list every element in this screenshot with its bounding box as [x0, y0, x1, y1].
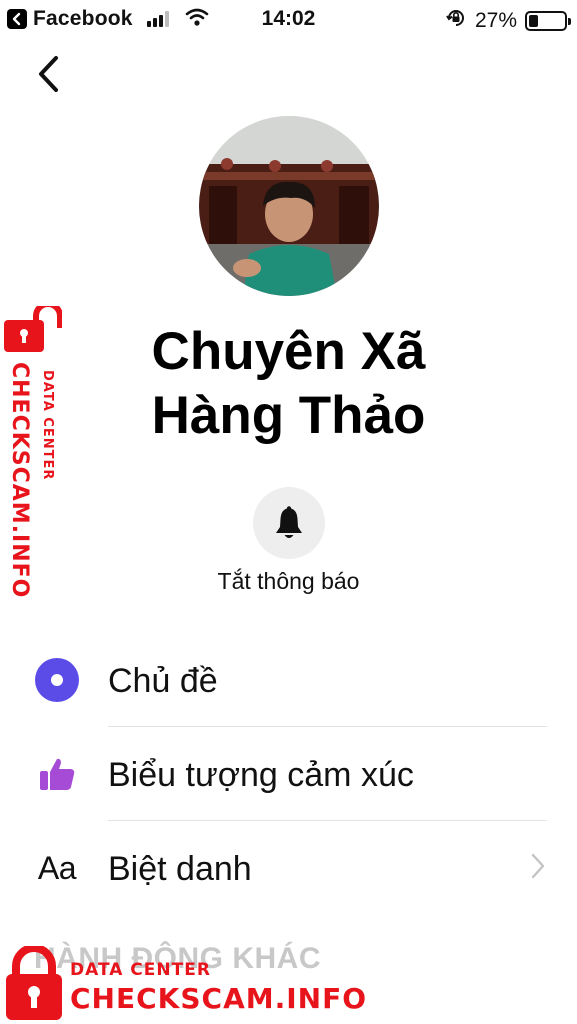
back-button[interactable] [28, 52, 68, 96]
settings-row-label: Chủ đề [108, 662, 218, 700]
chevron-left-icon [39, 56, 58, 92]
theme-icon [34, 657, 80, 703]
conversation-settings-list: Chủ đề Biểu tượng cảm xúc Aa Biệt danh [0, 633, 577, 915]
nickname-icon: Aa [34, 845, 80, 891]
contact-name-line-1: Chuyên Xã [151, 322, 426, 381]
status-bar: Facebook 14:02 27% [0, 0, 577, 38]
chevron-right-icon [531, 853, 545, 884]
more-actions-header: HÀNH ĐỘNG KHÁC [34, 942, 321, 975]
status-right: 27% [445, 7, 571, 34]
settings-row-nickname[interactable]: Aa Biệt danh [0, 821, 577, 915]
orientation-lock-icon [445, 7, 467, 34]
watermark-side-text: CHECKSCAM.INFO [7, 362, 32, 599]
watermark-bottom-text: CHECKSCAM.INFO [70, 982, 368, 1015]
thumbs-up-icon [34, 751, 80, 797]
watermark-side: CHECKSCAM.INFO DATA CENTER [4, 306, 64, 599]
battery-fill [529, 14, 538, 27]
battery-icon [525, 10, 571, 31]
watermark-side-subtext: DATA CENTER [40, 370, 55, 481]
mute-notifications-button[interactable] [253, 487, 325, 559]
settings-row-theme[interactable]: Chủ đề [0, 633, 577, 727]
mute-notifications-label: Tắt thông báo [217, 568, 360, 594]
bell-icon [276, 506, 302, 538]
settings-row-label: Biểu tượng cảm xúc [108, 756, 414, 794]
nickname-icon-text: Aa [37, 849, 77, 886]
profile-avatar[interactable] [199, 116, 379, 296]
contact-name-line-2: Hàng Thảo [151, 386, 426, 445]
settings-row-emoji[interactable]: Biểu tượng cảm xúc [0, 727, 577, 821]
battery-percent: 27% [474, 8, 517, 32]
lock-icon [4, 306, 62, 352]
settings-row-label: Biệt danh [108, 850, 252, 888]
contact-name: Chuyên Xã Hàng Thảo [60, 320, 517, 448]
